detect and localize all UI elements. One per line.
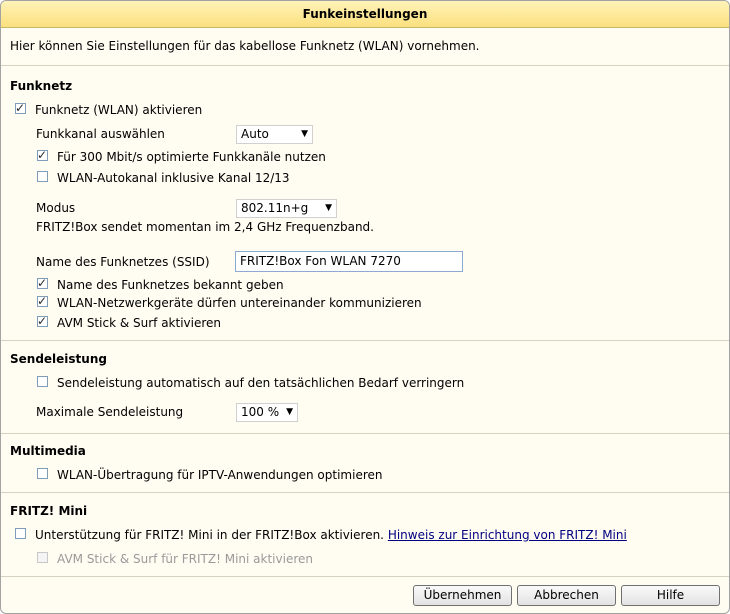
- ssid-label: Name des Funknetzes (SSID): [36, 255, 210, 269]
- intercom-label: WLAN-Netzwerkgeräte dürfen untereinander…: [57, 296, 422, 310]
- section-heading-sendeleistung: Sendeleistung: [10, 352, 107, 366]
- checkmark-icon: ✓: [37, 314, 48, 328]
- opt300-label: Für 300 Mbit/s optimierte Funkkanäle nut…: [57, 150, 326, 164]
- settings-panel: Funkeinstellungen Hier können Sie Einste…: [0, 0, 730, 614]
- fritz-mini-support-label: Unterstützung für FRITZ! Mini in der FRI…: [35, 528, 627, 542]
- ssid-broadcast-label: Name des Funknetzes bekannt geben: [57, 278, 284, 292]
- channel-select-value: Auto: [241, 127, 269, 141]
- ssid-broadcast-checkbox[interactable]: ✓: [37, 276, 48, 290]
- divider: [1, 433, 729, 434]
- dropdown-arrow-icon: ▼: [286, 407, 293, 417]
- max-power-select[interactable]: 100 % ▼: [236, 403, 298, 422]
- autochannel-checkbox[interactable]: [37, 171, 48, 182]
- mode-label: Modus: [36, 201, 76, 215]
- mode-select-value: 802.11n+g: [241, 201, 309, 215]
- dropdown-arrow-icon: ▼: [301, 129, 308, 139]
- power-auto-checkbox[interactable]: [37, 376, 48, 387]
- cancel-button[interactable]: Abbrechen: [517, 585, 616, 606]
- stick-surf-checkbox[interactable]: ✓: [37, 314, 48, 328]
- channel-label: Funkkanal auswählen: [36, 127, 165, 141]
- mode-select[interactable]: 802.11n+g ▼: [236, 199, 337, 218]
- section-heading-funknetz: Funknetz: [10, 79, 73, 93]
- checkmark-icon: ✓: [37, 148, 48, 162]
- checkmark-icon: ✓: [15, 101, 26, 115]
- divider: [1, 492, 729, 493]
- divider: [1, 65, 729, 66]
- iptv-checkbox[interactable]: [37, 468, 48, 479]
- stick-surf-label: AVM Stick & Surf aktivieren: [57, 316, 222, 330]
- section-heading-multimedia: Multimedia: [10, 444, 86, 458]
- channel-select[interactable]: Auto ▼: [236, 125, 313, 144]
- iptv-label: WLAN-Übertragung für IPTV-Anwendungen op…: [57, 468, 383, 482]
- dropdown-arrow-icon: ▼: [325, 203, 332, 213]
- ssid-input[interactable]: FRITZ!Box Fon WLAN 7270: [235, 251, 463, 272]
- section-heading-fritz-mini: FRITZ! Mini: [10, 504, 88, 518]
- fritz-mini-stick-checkbox: [37, 552, 48, 563]
- fritz-mini-hint-link[interactable]: Hinweis zur Einrichtung von FRITZ! Mini: [388, 528, 627, 542]
- intercom-checkbox[interactable]: ✓: [37, 294, 48, 308]
- divider: [1, 340, 729, 341]
- checkmark-icon: ✓: [37, 294, 48, 308]
- panel-title: Funkeinstellungen: [1, 1, 729, 28]
- max-power-label: Maximale Sendeleistung: [36, 405, 184, 419]
- intro-text: Hier können Sie Einstellungen für das ka…: [10, 39, 480, 53]
- wlan-activate-checkbox[interactable]: ✓: [15, 101, 26, 115]
- divider: [1, 576, 729, 577]
- autochannel-label: WLAN-Autokanal inklusive Kanal 12/13: [57, 171, 290, 185]
- band-info-text: FRITZ!Box sendet momentan im 2,4 GHz Fre…: [36, 220, 374, 234]
- power-auto-label: Sendeleistung automatisch auf den tatsäc…: [57, 376, 465, 390]
- help-button[interactable]: Hilfe: [621, 585, 720, 606]
- fritz-mini-support-checkbox[interactable]: [15, 528, 26, 539]
- checkmark-icon: ✓: [37, 276, 48, 290]
- wlan-activate-label: Funknetz (WLAN) aktivieren: [35, 103, 203, 117]
- opt300-checkbox[interactable]: ✓: [37, 148, 48, 162]
- fritz-mini-stick-label: AVM Stick & Surf für FRITZ! Mini aktivie…: [57, 552, 313, 566]
- apply-button[interactable]: Übernehmen: [413, 585, 512, 606]
- max-power-select-value: 100 %: [241, 405, 280, 419]
